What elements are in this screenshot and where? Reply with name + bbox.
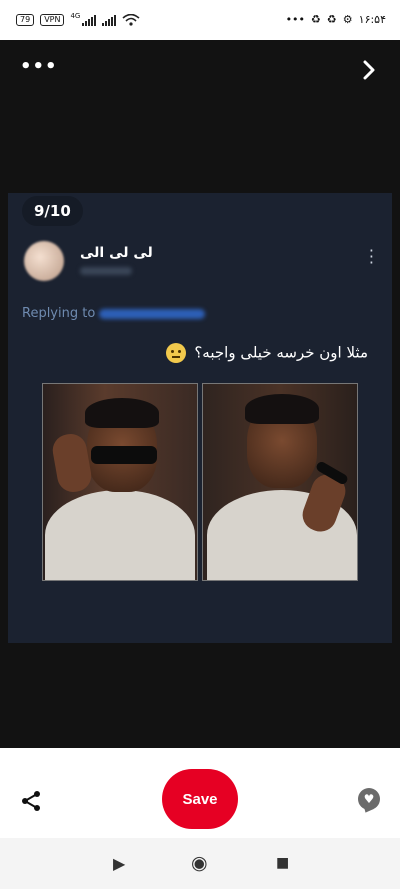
- replying-to-label: Replying to: [22, 306, 96, 321]
- sync-icon-2: ♻: [326, 13, 337, 26]
- status-bar: 79 VPN 4G ••• ♻ ♻ ⚙ ۱۶:۵۴: [0, 0, 400, 40]
- sync-icon: ♻: [311, 13, 321, 26]
- author-handle-blurred: [80, 267, 132, 275]
- share-icon[interactable]: [20, 790, 42, 812]
- signal-icon: [82, 14, 97, 26]
- network-type-label: 4G: [70, 12, 81, 20]
- bottom-action-bar: Save ♥: [0, 748, 400, 838]
- signal-icon-2: [102, 14, 117, 26]
- image-counter: 9/10: [22, 196, 83, 226]
- author-name: لی لی الی: [80, 245, 153, 261]
- chevron-right-icon[interactable]: [362, 60, 376, 80]
- avatar: [24, 241, 64, 281]
- recents-icon[interactable]: ■: [276, 855, 289, 871]
- comment-heart-icon[interactable]: ♥: [358, 788, 380, 810]
- wifi-icon: [122, 14, 140, 26]
- battery-indicator: 79: [16, 14, 35, 26]
- pin-viewer: ••• 9/10 لی لی الی · · · Replying to مثلا …: [0, 40, 400, 748]
- tweet-text: مثلا اون خرسه خیلی واجبه؟: [194, 343, 368, 362]
- vertical-dots-icon: · · ·: [368, 241, 374, 272]
- meme-photo-right: [202, 383, 358, 581]
- home-icon[interactable]: ◉: [191, 852, 208, 874]
- tweet-screenshot-card: 9/10 لی لی الی · · · Replying to مثلا اون …: [8, 193, 392, 643]
- replying-to-handle-blurred: [99, 308, 206, 319]
- tweet-text-line: مثلا اون خرسه خیلی واجبه؟: [165, 343, 368, 363]
- notification-dots: •••: [285, 13, 306, 26]
- three-dots-horizontal-icon[interactable]: •••: [20, 56, 58, 77]
- replying-to-line: Replying to: [22, 306, 206, 321]
- meme-photo-left: [42, 383, 198, 581]
- system-navigation-bar: ▶ ◉ ■: [0, 838, 400, 889]
- settings-gear-icon: ⚙: [342, 13, 353, 26]
- neutral-face-emoji-icon: [165, 343, 186, 363]
- save-button[interactable]: Save: [162, 769, 238, 829]
- clock: ۱۶:۵۴: [358, 13, 386, 26]
- back-icon[interactable]: ▶: [113, 854, 125, 873]
- vpn-badge: VPN: [40, 14, 65, 26]
